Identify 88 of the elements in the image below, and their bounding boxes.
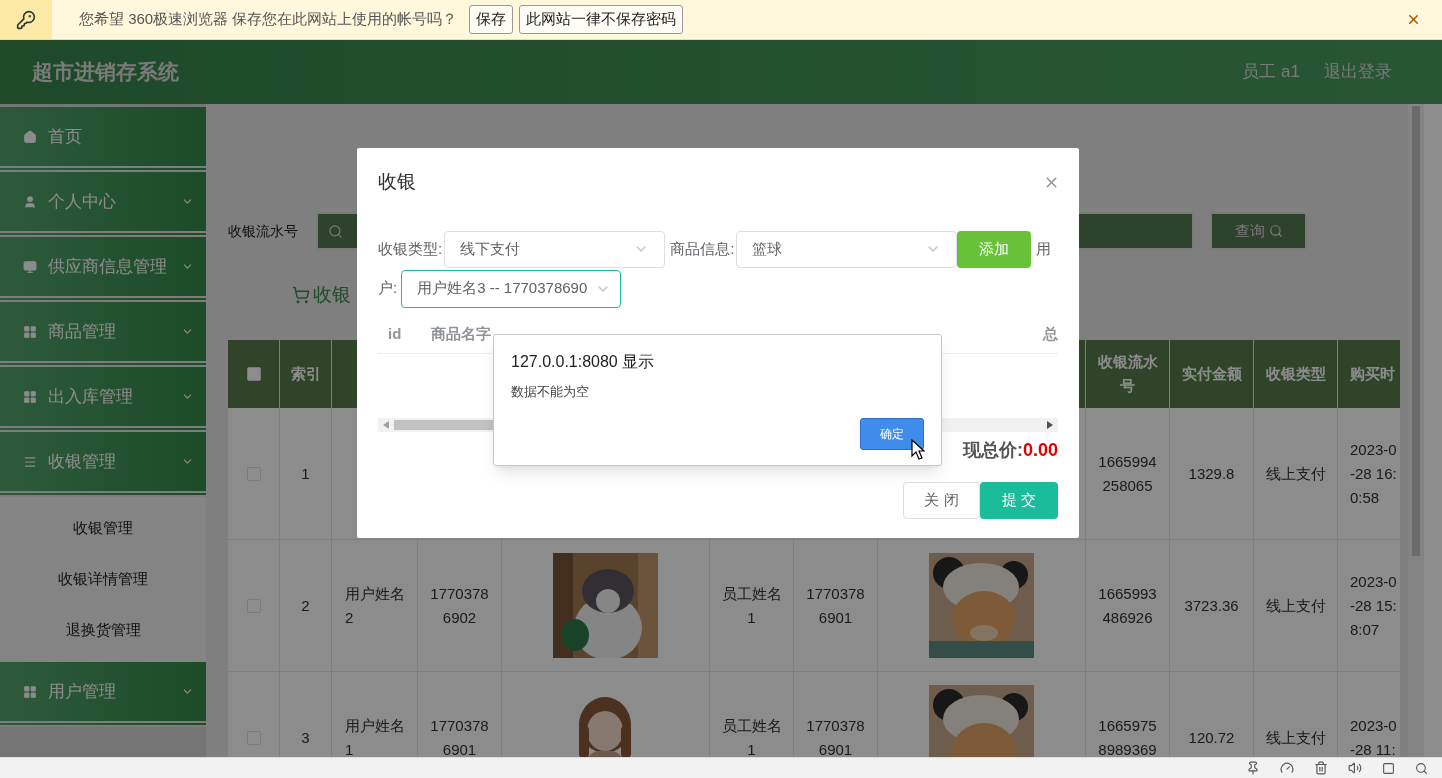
field-label: 收银类型: bbox=[378, 238, 443, 259]
select-field[interactable]: 篮球 bbox=[736, 230, 958, 268]
close-button[interactable]: 关 闭 bbox=[903, 481, 980, 519]
table-cell-text: 用户姓名 2 bbox=[345, 583, 405, 628]
menu-icon bbox=[23, 259, 37, 274]
table-cell-text: 2023-0 -28 15: 8:07 bbox=[1350, 571, 1397, 640]
query-button[interactable]: 查询 bbox=[1210, 212, 1307, 250]
table-cell-text: 1770378 6901 bbox=[430, 715, 489, 757]
submenu-item[interactable]: 收银管理 bbox=[0, 503, 206, 554]
table-cell-text: 线上支付 bbox=[1265, 727, 1326, 748]
add-button[interactable]: 添加 bbox=[957, 230, 1032, 268]
submenu-item[interactable]: 退换货管理 bbox=[0, 605, 206, 656]
table-cell-text: 1770378 6901 bbox=[806, 583, 865, 628]
sidebar-item[interactable]: 个人中心 bbox=[0, 172, 206, 237]
select-field[interactable]: 用户姓名3 -- 1770378690 bbox=[401, 269, 622, 308]
menu-icon bbox=[23, 389, 37, 404]
column-header: 收银类型 bbox=[1265, 364, 1326, 384]
table-cell-text: 1329.8 bbox=[1188, 463, 1235, 484]
table-cell-text: 1665975 8989369 bbox=[1098, 715, 1157, 757]
field-label: 商品信息: bbox=[670, 238, 735, 259]
menu-icon bbox=[23, 129, 37, 144]
prompt-button[interactable]: 此网站一律不保存密码 bbox=[519, 5, 684, 34]
table-cell-text: 2023-0 -28 16: 0:58 bbox=[1350, 439, 1397, 508]
search-icon[interactable] bbox=[1415, 761, 1428, 775]
key-icon bbox=[16, 9, 36, 30]
sidebar-item[interactable]: 供应商信息管理 bbox=[0, 237, 206, 302]
table-cell-text: 1770378 6901 bbox=[806, 715, 865, 757]
column-header: 商品名字 bbox=[431, 324, 491, 345]
table-cell-text: 用户姓名 1 bbox=[345, 715, 405, 757]
field-label: 用 bbox=[1036, 238, 1052, 259]
column-header: 收银流水号 bbox=[1096, 352, 1159, 396]
arrow-icon bbox=[383, 420, 389, 429]
menu-icon bbox=[23, 684, 37, 699]
menu-icon bbox=[23, 324, 37, 339]
search-icon bbox=[1268, 224, 1283, 238]
search-label: 收银流水号 bbox=[228, 221, 299, 241]
table-cell-text: 员工姓名 1 bbox=[721, 583, 782, 628]
table-cell-text: 1665994 258065 bbox=[1098, 451, 1157, 496]
table-cell-text: 线上支付 bbox=[1265, 463, 1326, 484]
column-header: id bbox=[388, 324, 403, 345]
scrollbar[interactable] bbox=[1408, 104, 1424, 757]
alert-message: 数据不能为空 bbox=[511, 383, 590, 401]
speaker-icon[interactable] bbox=[1348, 761, 1362, 775]
column-header: 购买时 bbox=[1350, 364, 1395, 384]
table-cell-text: 3 bbox=[301, 727, 310, 748]
submit-button[interactable]: 提 交 bbox=[980, 481, 1058, 519]
table-cell-text: 120.72 bbox=[1188, 727, 1235, 748]
user-name: 员工 a1 bbox=[1242, 61, 1300, 84]
search-icon bbox=[328, 223, 343, 239]
window-icon[interactable] bbox=[1382, 761, 1395, 775]
field-label: 户: bbox=[378, 278, 398, 299]
sidebar-item[interactable]: 首页 bbox=[0, 107, 206, 172]
cart-icon bbox=[292, 286, 310, 304]
table-cell-text: 1770378 6902 bbox=[430, 583, 489, 628]
menu-icon bbox=[23, 194, 37, 209]
column-header: 索引 bbox=[290, 364, 321, 384]
table-cell-text: 2 bbox=[301, 595, 310, 616]
app-title: 超市进销存系统 bbox=[32, 59, 179, 86]
sidebar-item[interactable]: 出入库管理 bbox=[0, 367, 206, 432]
sidebar-item[interactable]: 商品管理 bbox=[0, 302, 206, 367]
column-header: 总 bbox=[1043, 324, 1058, 345]
table-cell-text: 员工姓名 1 bbox=[721, 715, 782, 757]
prompt-button[interactable]: 保存 bbox=[469, 5, 514, 34]
table-cell-text: 2023-0 -28 11: bbox=[1350, 715, 1397, 757]
column-header: 实付金额 bbox=[1181, 364, 1242, 384]
total-price: 现总价:0.00 bbox=[962, 438, 1058, 462]
dialog-title: 收银 bbox=[378, 170, 416, 194]
submenu-item[interactable]: 收银详情管理 bbox=[0, 554, 206, 605]
select-field[interactable]: 线下支付 bbox=[444, 230, 666, 268]
ok-button[interactable]: 确定 bbox=[860, 417, 924, 450]
arrow-icon bbox=[1047, 420, 1053, 429]
table-cell-text: 3723.36 bbox=[1184, 595, 1239, 616]
prompt-message: 您希望 360极速浏览器 保存您在此网站上使用的帐号吗？ bbox=[79, 9, 458, 30]
logout-link[interactable]: 退出登录 bbox=[1324, 59, 1392, 85]
checkbox[interactable] bbox=[246, 367, 261, 381]
pin-icon[interactable] bbox=[1246, 761, 1260, 775]
cursor-icon bbox=[911, 439, 925, 460]
table-cell-text: 1 bbox=[301, 463, 310, 484]
table-cell-text: 线上支付 bbox=[1265, 595, 1326, 616]
sidebar-item[interactable]: 用户管理 bbox=[0, 662, 206, 727]
gauge-icon[interactable] bbox=[1280, 761, 1294, 775]
trash-icon[interactable] bbox=[1314, 761, 1328, 775]
sidebar-item[interactable]: 收银管理 bbox=[0, 432, 206, 497]
alert-origin: 127.0.0.1:8080 显示 bbox=[511, 352, 656, 372]
section-title: 收银 bbox=[313, 282, 351, 307]
close-icon[interactable] bbox=[1406, 12, 1421, 27]
menu-icon bbox=[23, 454, 37, 469]
table-cell-text: 1665993 486926 bbox=[1098, 583, 1157, 628]
